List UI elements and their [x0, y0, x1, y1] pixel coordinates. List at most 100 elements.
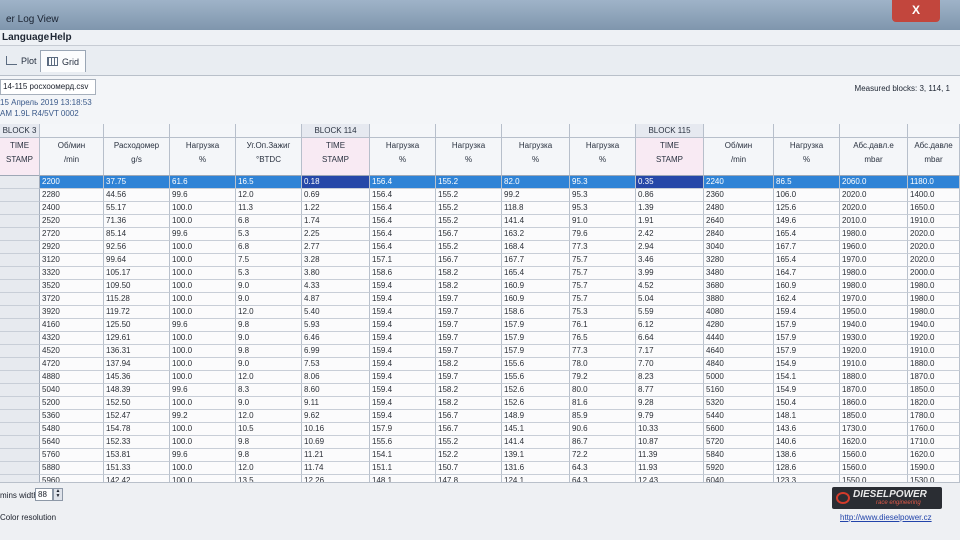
table-cell[interactable]: 5.59	[636, 306, 704, 319]
table-cell[interactable]: 1940.0	[840, 319, 908, 332]
table-cell[interactable]: 1.22	[302, 202, 370, 215]
table-cell[interactable]: 9.11	[302, 397, 370, 410]
table-cell[interactable]: 5440	[704, 410, 774, 423]
row-header[interactable]	[0, 436, 40, 449]
table-cell[interactable]: 100.0	[170, 397, 236, 410]
table-cell[interactable]: 5720	[704, 436, 774, 449]
table-cell[interactable]: 1920.0	[840, 345, 908, 358]
table-cell[interactable]: 5920	[704, 462, 774, 475]
table-cell[interactable]: 1710.0	[908, 436, 960, 449]
row-header[interactable]	[0, 267, 40, 280]
table-cell[interactable]: 124.1	[502, 475, 570, 482]
row-header[interactable]	[0, 332, 40, 345]
table-cell[interactable]: 156.4	[370, 241, 436, 254]
table-cell[interactable]: 4.87	[302, 293, 370, 306]
table-cell[interactable]: 155.2	[436, 202, 502, 215]
table-cell[interactable]: 82.0	[502, 176, 570, 189]
table-cell[interactable]: 156.4	[370, 215, 436, 228]
table-cell[interactable]: 61.6	[170, 176, 236, 189]
table-cell[interactable]: 4840	[704, 358, 774, 371]
row-header[interactable]	[0, 371, 40, 384]
table-cell[interactable]: 2020.0	[840, 189, 908, 202]
row-header[interactable]	[0, 228, 40, 241]
table-cell[interactable]: 167.7	[502, 254, 570, 267]
row-header[interactable]	[0, 293, 40, 306]
table-cell[interactable]: 10.16	[302, 423, 370, 436]
table-cell[interactable]: 7.5	[236, 254, 302, 267]
column-header-11[interactable]: Об/мин/min	[704, 124, 774, 176]
table-cell[interactable]: 5000	[704, 371, 774, 384]
table-cell[interactable]: 1980.0	[840, 228, 908, 241]
table-cell[interactable]: 154.9	[774, 384, 840, 397]
table-cell[interactable]: 2840	[704, 228, 774, 241]
table-cell[interactable]: 1870.0	[840, 384, 908, 397]
table-cell[interactable]: 157.9	[774, 319, 840, 332]
table-cell[interactable]: 149.6	[774, 215, 840, 228]
table-cell[interactable]: 152.33	[104, 436, 170, 449]
table-cell[interactable]: 3040	[704, 241, 774, 254]
table-cell[interactable]: 5160	[704, 384, 774, 397]
table-cell[interactable]: 12.0	[236, 410, 302, 423]
table-cell[interactable]: 159.7	[436, 332, 502, 345]
table-cell[interactable]: 160.9	[502, 293, 570, 306]
table-cell[interactable]: 8.3	[236, 384, 302, 397]
table-row[interactable]: 4160 125.50 99.6 9.8 5.93 159.4 159.7 157.9 76.1…	[0, 319, 960, 332]
table-cell[interactable]: 4160	[40, 319, 104, 332]
table-cell[interactable]: 2640	[704, 215, 774, 228]
table-cell[interactable]: 92.56	[104, 241, 170, 254]
close-button[interactable]: X	[892, 0, 940, 22]
table-cell[interactable]: 2480	[704, 202, 774, 215]
table-cell[interactable]: 3.80	[302, 267, 370, 280]
column-header-12[interactable]: Нагрузка%	[774, 124, 840, 176]
table-cell[interactable]: 99.6	[170, 319, 236, 332]
table-cell[interactable]: 151.33	[104, 462, 170, 475]
table-cell[interactable]: 159.4	[370, 345, 436, 358]
table-cell[interactable]: 150.7	[436, 462, 502, 475]
table-cell[interactable]: 131.6	[502, 462, 570, 475]
table-cell[interactable]: 1980.0	[908, 293, 960, 306]
table-cell[interactable]: 100.0	[170, 215, 236, 228]
row-header[interactable]	[0, 384, 40, 397]
table-cell[interactable]: 1620.0	[840, 436, 908, 449]
table-cell[interactable]: 0.35	[636, 176, 704, 189]
table-cell[interactable]: 164.7	[774, 267, 840, 280]
table-cell[interactable]: 4640	[704, 345, 774, 358]
table-cell[interactable]: 157.9	[774, 332, 840, 345]
row-header[interactable]	[0, 215, 40, 228]
table-cell[interactable]: 9.0	[236, 293, 302, 306]
table-cell[interactable]: 151.1	[370, 462, 436, 475]
table-row[interactable]: 3920 119.72 100.0 12.0 5.40 159.4 159.7 158.6 75…	[0, 306, 960, 319]
table-cell[interactable]: 9.8	[236, 345, 302, 358]
table-cell[interactable]: 6.46	[302, 332, 370, 345]
table-cell[interactable]: 1980.0	[840, 267, 908, 280]
table-cell[interactable]: 100.0	[170, 280, 236, 293]
column-header-5[interactable]: BLOCK 114 TIME STAMP	[302, 124, 370, 176]
table-cell[interactable]: 148.1	[774, 410, 840, 423]
table-cell[interactable]: 75.7	[570, 267, 636, 280]
table-row[interactable]: 5360 152.47 99.2 12.0 9.62 159.4 156.7 148.9 85.…	[0, 410, 960, 423]
column-header-13[interactable]: Абс.давл.е mbar	[840, 124, 908, 176]
column-header-0[interactable]: BLOCK 3 TIME STAMP	[0, 124, 40, 176]
column-header-10[interactable]: BLOCK 115 TIME STAMP	[636, 124, 704, 176]
table-cell[interactable]: 3120	[40, 254, 104, 267]
table-cell[interactable]: 148.9	[502, 410, 570, 423]
table-cell[interactable]: 5640	[40, 436, 104, 449]
table-cell[interactable]: 6.12	[636, 319, 704, 332]
table-cell[interactable]: 100.0	[170, 475, 236, 482]
table-cell[interactable]: 4080	[704, 306, 774, 319]
table-cell[interactable]: 159.4	[370, 358, 436, 371]
table-cell[interactable]: 100.0	[170, 202, 236, 215]
table-row[interactable]: 3320 105.17 100.0 5.3 3.80 158.6 158.2 165.4 75.…	[0, 267, 960, 280]
table-cell[interactable]: 119.72	[104, 306, 170, 319]
table-cell[interactable]: 2020.0	[840, 202, 908, 215]
file-tab[interactable]: 14-115 росхоомерд.csv	[0, 79, 96, 95]
table-cell[interactable]: 9.0	[236, 280, 302, 293]
row-header[interactable]	[0, 345, 40, 358]
table-cell[interactable]: 75.7	[570, 280, 636, 293]
table-cell[interactable]: 123.3	[774, 475, 840, 482]
table-cell[interactable]: 2000.0	[908, 267, 960, 280]
table-cell[interactable]: 12.0	[236, 371, 302, 384]
table-cell[interactable]: 9.0	[236, 332, 302, 345]
table-cell[interactable]: 160.9	[502, 280, 570, 293]
table-row[interactable]: 4520 136.31 100.0 9.8 6.99 159.4 159.7 157.9 77.…	[0, 345, 960, 358]
